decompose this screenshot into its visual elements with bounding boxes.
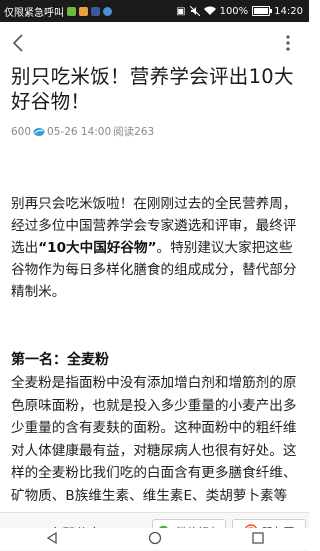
source-label: 600 [11,125,32,138]
clock: 14:20 [274,5,303,17]
battery-icon [252,6,273,16]
article-intro: 别再只会吃米饭啦！在刚刚过去的全民营养周，经过多位中国营养学会专家遴选和评审，最… [11,193,301,303]
mute-icon [189,6,200,16]
app-icon [79,6,88,16]
section-body-text: 全麦粉是指面粉中没有添加增白剂和增筋剂的原色原味面粉，也就是投入多少重量的小麦产… [11,375,297,504]
wechat-app-icon [67,6,76,16]
section-title: 第一名：全麦粉 [11,352,109,368]
article-meta: 600 05-26 14:00 阅读263 [11,124,154,139]
more-vertical-icon[interactable] [277,32,299,54]
article-title: 别只吃米饭！营养学会评出10大好谷物！ [11,65,294,113]
carrier-text: 仅限紧急呼叫 [4,7,64,19]
section-body: 全麦粉是指面粉中没有添加增白剂和增筋剂的原色原味面粉，也就是投入多少重量的小麦产… [11,372,306,507]
nav-back-icon[interactable] [45,530,59,549]
nav-home-icon[interactable] [148,530,162,549]
moments-share-button[interactable]: 朋友圈 [232,519,306,545]
nav-recents-icon[interactable] [251,530,265,549]
facebook-icon [91,6,100,16]
moments-label: 朋友圈 [261,526,295,539]
top-app-bar [0,22,309,66]
read-count: 阅读263 [113,126,155,138]
status-bar: 仅限紧急呼叫 ▣ 100% 14:20 [0,0,309,22]
share-button[interactable]: 立即分享 [0,523,150,542]
wechat-label: 微信好友 [176,526,220,539]
intro-bold: “10大中国好谷物” [38,240,157,256]
battery-percent: 100% [219,5,249,17]
chrome-icon [103,6,112,16]
chevron-left-icon[interactable] [8,32,30,54]
publish-date: 05-26 14:00 [47,125,112,138]
notification-icon: ▣ [176,5,186,17]
system-navigation-bar [0,528,309,550]
source-logo-icon [33,127,45,137]
wifi-icon [203,6,216,16]
wechat-share-button[interactable]: 微信好友 [152,519,226,545]
